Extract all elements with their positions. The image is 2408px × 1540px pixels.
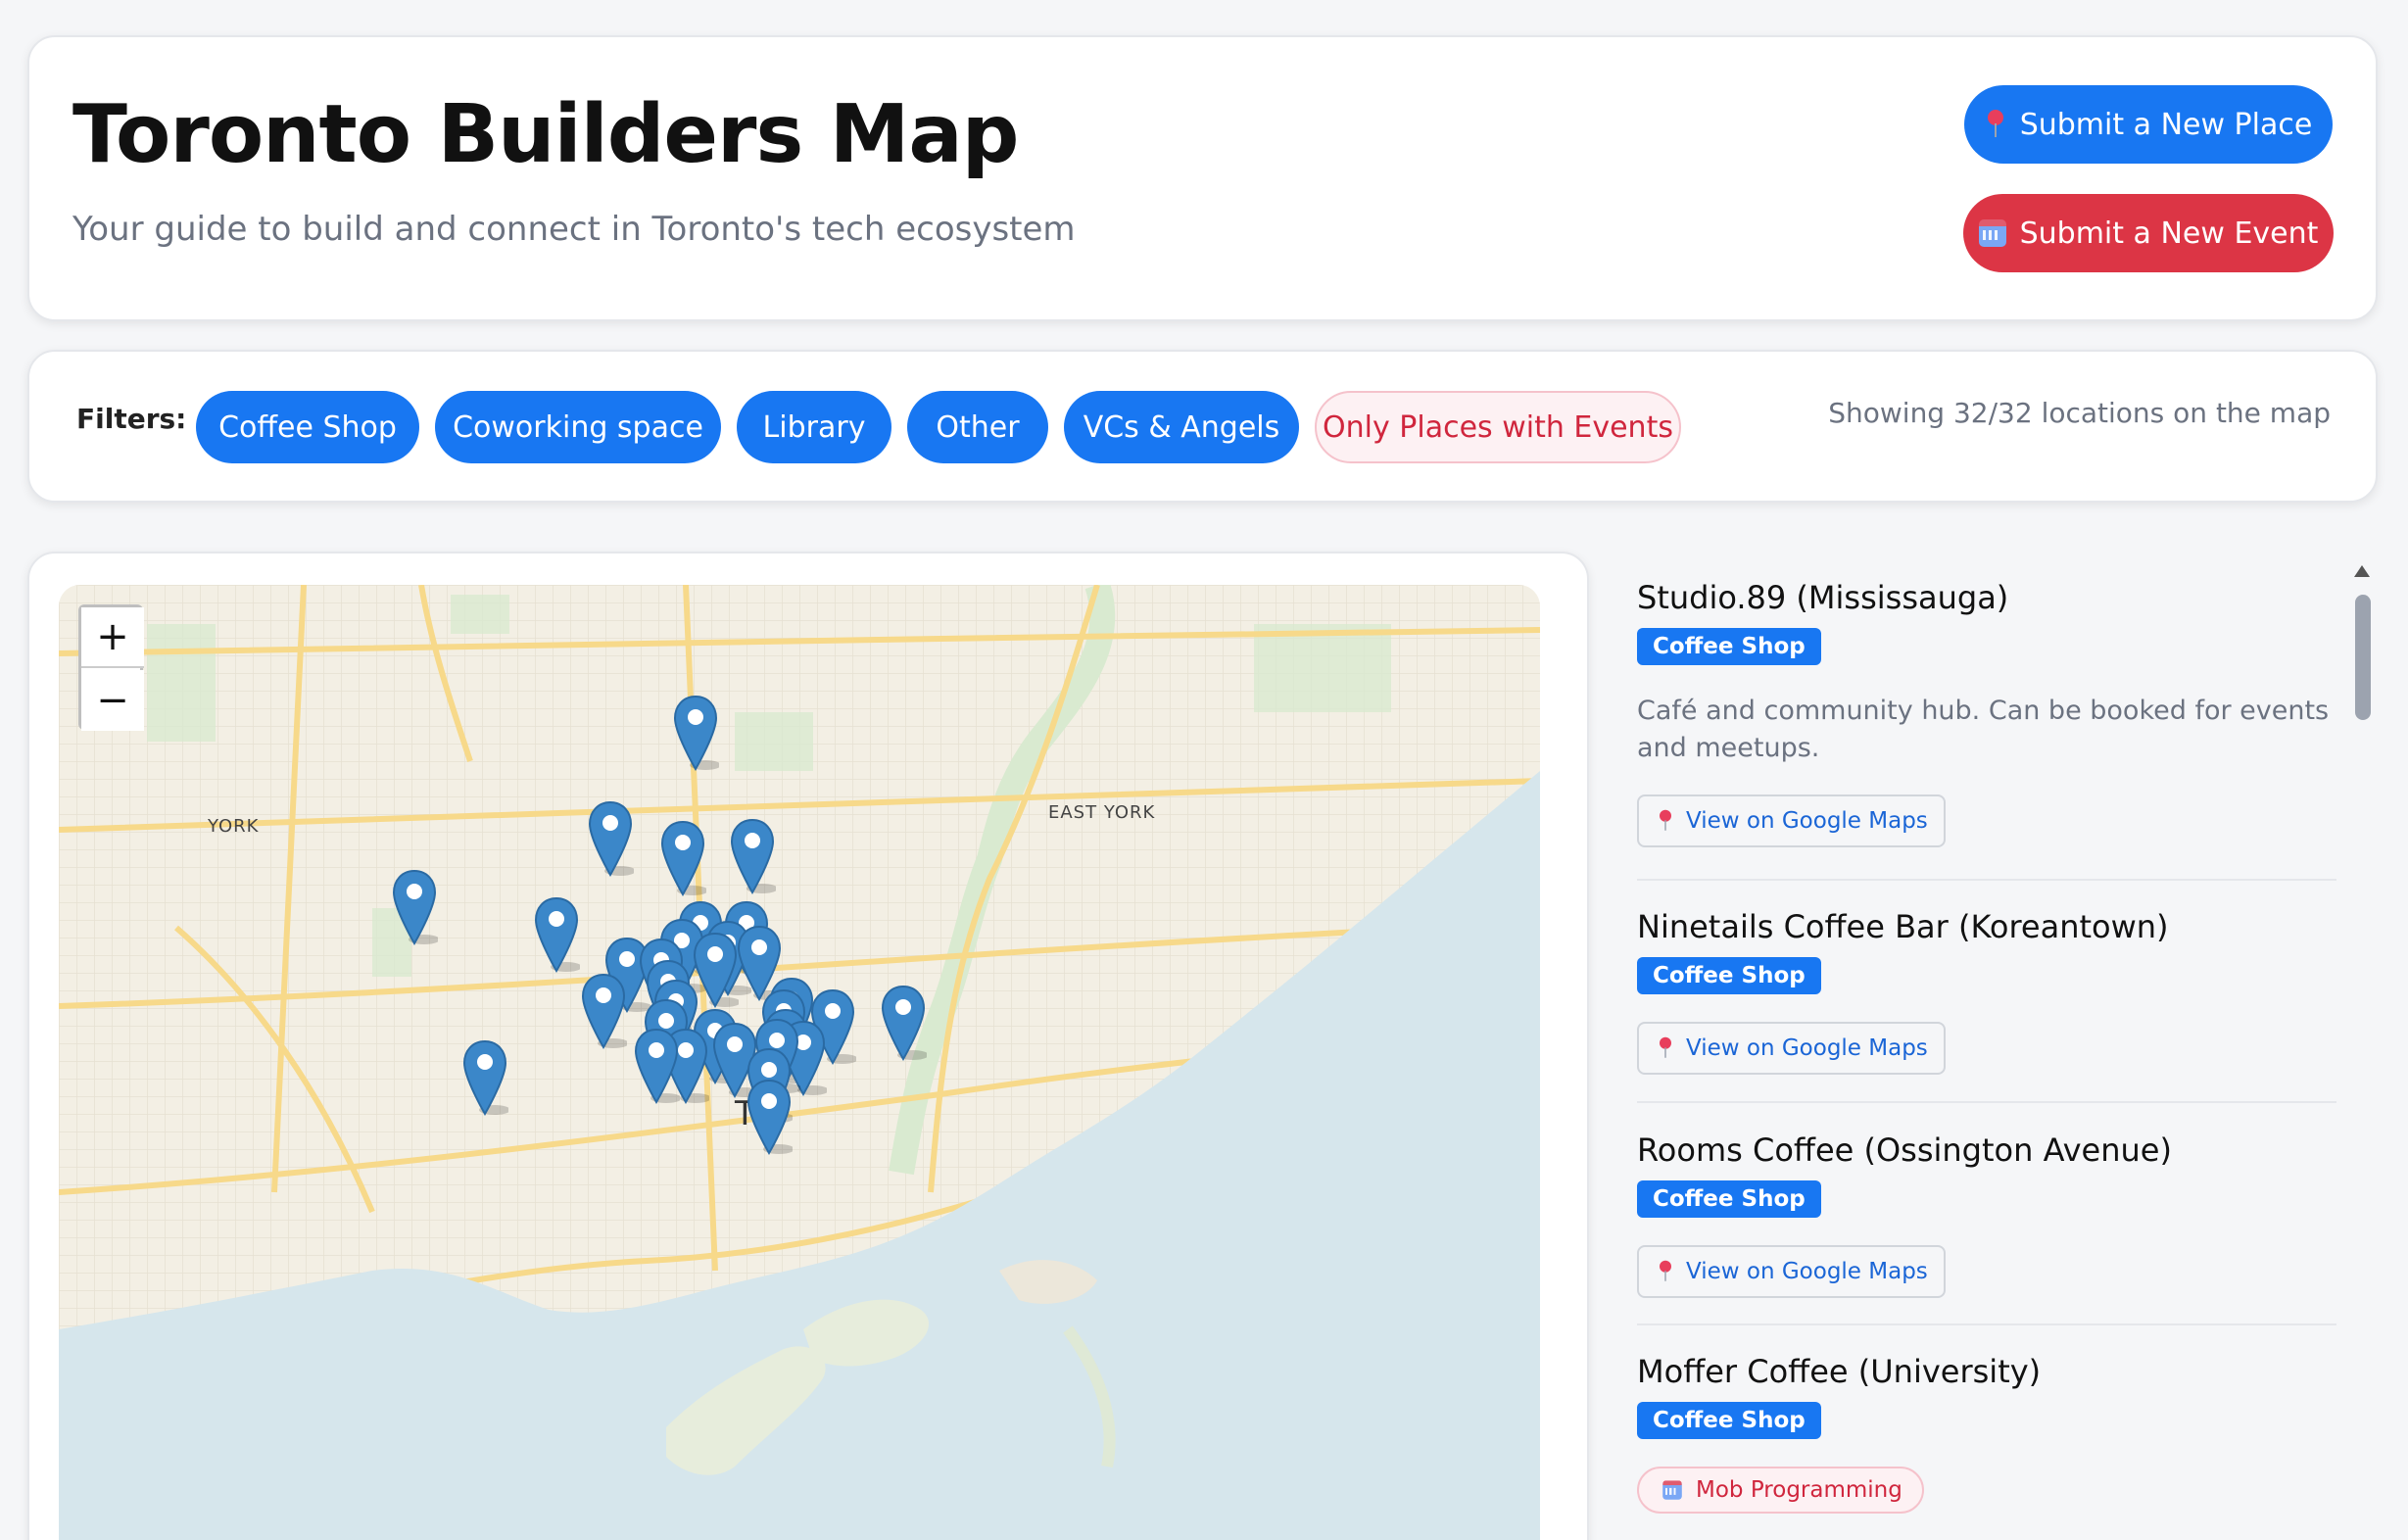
page-title: Toronto Builders Map [72,88,1019,181]
place-name[interactable]: Ninetails Coffee Bar (Koreantown) [1637,908,2340,945]
google-maps-link[interactable]: View on Google Maps [1637,1245,1946,1298]
filter-chip-library[interactable]: Library [737,391,891,463]
pin-icon [1658,1036,1674,1060]
submit-place-label: Submit a New Place [2019,107,2313,142]
category-badge: Coffee Shop [1637,1402,1821,1439]
place-name[interactable]: Rooms Coffee (Ossington Avenue) [1637,1131,2340,1169]
map-marker-icon[interactable] [580,973,627,1049]
map-marker-icon[interactable] [587,800,634,877]
submit-event-button[interactable]: Submit a New Event [1963,194,2334,272]
calendar-icon [1978,219,2006,247]
google-maps-link[interactable]: View on Google Maps [1637,794,1946,847]
place-name[interactable]: Studio.89 (Mississauga) [1637,579,2340,616]
zoom-control: + − [78,604,144,731]
map-label-east-york: EAST YORK [1048,802,1156,823]
filter-chip-coworking-space[interactable]: Coworking space [435,391,721,463]
location-count: Showing 32/32 locations on the map [1828,397,2331,429]
map-marker-icon[interactable] [672,695,719,771]
category-badge: Coffee Shop [1637,628,1821,665]
scrollbar-thumb[interactable] [2355,595,2371,720]
list-item[interactable]: Moffer Coffee (University) Coffee Shop M… [1637,1353,2340,1514]
calendar-icon [1662,1480,1682,1500]
zoom-in-button[interactable]: + [81,607,144,668]
submit-place-button[interactable]: Submit a New Place [1964,85,2333,164]
header-card: Toronto Builders Map Your guide to build… [27,35,2378,321]
page-subtitle: Your guide to build and connect in Toron… [72,210,1076,249]
google-maps-link[interactable]: View on Google Maps [1637,1022,1946,1075]
place-description: Café and community hub. Can be booked fo… [1637,696,2330,763]
divider [1637,879,2336,881]
map-marker-icon[interactable] [729,818,776,894]
map-marker-icon[interactable] [391,869,438,945]
map-marker-icon[interactable] [692,932,739,1008]
map-marker-icon[interactable] [880,985,927,1061]
pin-icon [1985,110,2006,139]
list-item[interactable]: Ninetails Coffee Bar (Koreantown) Coffee… [1637,908,2340,1075]
event-badge[interactable]: Mob Programming [1637,1467,1924,1514]
list-item[interactable]: Rooms Coffee (Ossington Avenue) Coffee S… [1637,1131,2340,1298]
pin-icon [1658,809,1674,833]
place-list[interactable]: Studio.89 (Mississauga) Coffee Shop Café… [1594,552,2376,1540]
event-label: Mob Programming [1696,1477,1902,1503]
map-label-york: YORK [208,816,260,837]
submit-event-label: Submit a New Event [2019,216,2319,251]
filter-chip-coffee-shop[interactable]: Coffee Shop [196,391,419,463]
place-name[interactable]: Moffer Coffee (University) [1637,1353,2340,1390]
zoom-out-button[interactable]: − [81,670,144,731]
divider [1637,1101,2336,1103]
map-canvas[interactable]: + − YORK EAST YORK TO [59,585,1540,1540]
category-badge: Coffee Shop [1637,957,1821,994]
google-maps-link-label: View on Google Maps [1686,1259,1928,1284]
list-item[interactable]: Studio.89 (Mississauga) Coffee Shop Café… [1637,579,2340,847]
filters-label: Filters: [76,403,187,435]
map-marker-icon[interactable] [633,1028,680,1104]
filter-chip-only-events[interactable]: Only Places with Events [1315,391,1681,463]
scroll-up-arrow-icon[interactable] [2354,565,2370,577]
google-maps-link-label: View on Google Maps [1686,808,1928,834]
google-maps-link-label: View on Google Maps [1686,1035,1928,1061]
filters-card: Filters: Coffee Shop Coworking space Lib… [27,350,2378,503]
category-badge: Coffee Shop [1637,1180,1821,1218]
filter-chip-other[interactable]: Other [907,391,1048,463]
map-marker-icon[interactable] [659,820,706,896]
filter-chip-vcs-angels[interactable]: VCs & Angels [1064,391,1299,463]
map-marker-icon[interactable] [461,1039,508,1116]
pin-icon [1658,1260,1674,1283]
map-marker-icon[interactable] [746,1079,793,1155]
divider [1637,1323,2336,1325]
map-marker-icon[interactable] [533,896,580,973]
